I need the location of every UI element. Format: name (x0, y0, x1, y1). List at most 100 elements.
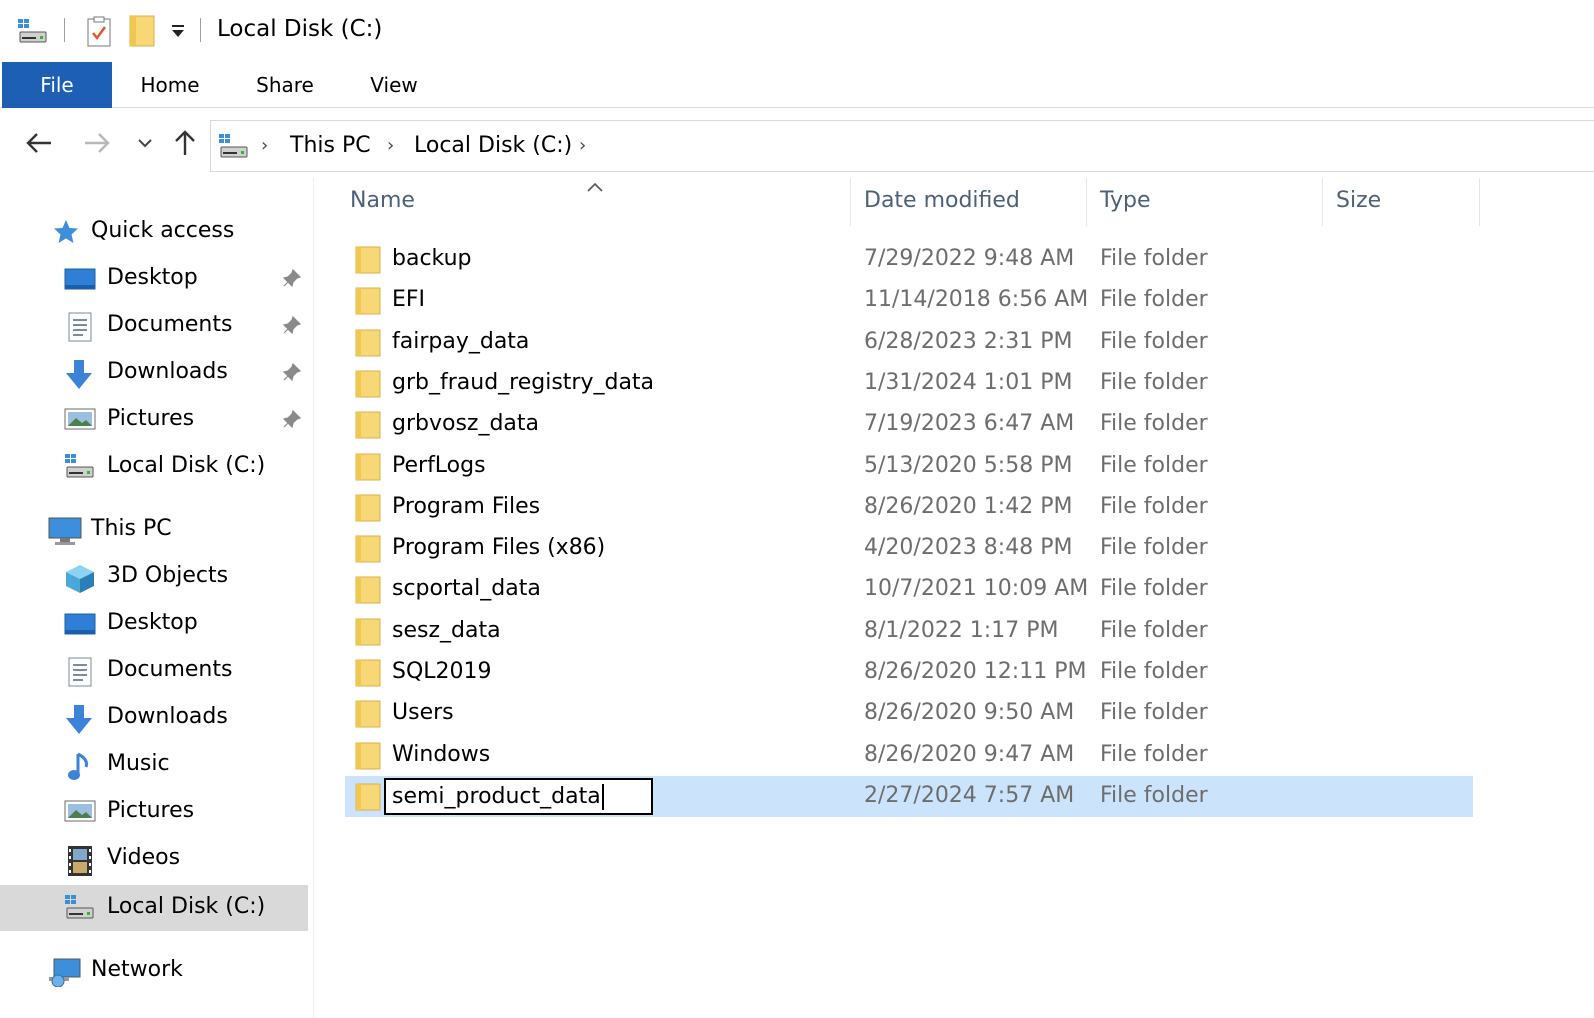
folder-icon (355, 453, 381, 481)
column-header-type[interactable]: Type (1100, 188, 1151, 213)
file-type: File folder (1100, 287, 1208, 313)
sidebar-item-documents-pc[interactable]: Documents (0, 648, 308, 694)
pin-icon[interactable] (282, 315, 302, 335)
sidebar-item-music[interactable]: Music (0, 742, 308, 788)
breadcrumb-local-disk[interactable]: Local Disk (C:) (414, 133, 572, 158)
forward-arrow-icon (85, 133, 110, 153)
table-row[interactable]: backup 7/29/2022 9:48 AM File folder (345, 239, 1473, 280)
file-name: PerfLogs (392, 452, 486, 478)
table-row[interactable]: Windows 8/26/2020 9:47 AM File folder (345, 735, 1473, 776)
chevron-right-icon[interactable]: › (261, 135, 268, 156)
recent-locations-button[interactable] (128, 126, 162, 160)
folder-icon (355, 576, 381, 604)
table-row[interactable]: Users 8/26/2020 9:50 AM File folder (345, 693, 1473, 734)
computer-icon (48, 516, 82, 545)
file-type: File folder (1100, 700, 1208, 726)
sidebar-item-downloads[interactable]: Downloads (0, 350, 308, 396)
documents-icon (66, 312, 96, 342)
sidebar-item-quick-access[interactable]: Quick access (0, 209, 308, 255)
desktop-icon (64, 265, 96, 293)
tab-view[interactable]: View (356, 62, 432, 108)
pin-icon[interactable] (282, 268, 302, 288)
file-name: EFI (392, 287, 426, 313)
sidebar-item-pictures[interactable]: Pictures (0, 397, 308, 443)
file-type: File folder (1100, 411, 1208, 437)
file-date-modified: 8/26/2020 12:11 PM (864, 659, 1087, 684)
tab-share[interactable]: Share (244, 62, 326, 108)
column-divider[interactable] (1479, 178, 1480, 226)
chevron-right-icon[interactable]: › (579, 135, 586, 156)
table-row[interactable]: PerfLogs 5/13/2020 5:58 PM File folder (345, 446, 1473, 487)
column-divider[interactable] (850, 178, 851, 226)
rename-input[interactable]: semi_product_data (384, 777, 653, 815)
properties-icon[interactable] (86, 16, 112, 52)
chevron-down-icon (138, 139, 152, 148)
sidebar-label: Pictures (107, 406, 195, 431)
file-date-modified: 11/14/2018 6:56 AM (864, 287, 1089, 313)
sidebar-item-local-disk-pc[interactable]: Local Disk (C:) (0, 885, 308, 931)
file-type: File folder (1100, 617, 1208, 643)
column-header-date[interactable]: Date modified (864, 188, 1020, 213)
folder-icon (355, 246, 381, 274)
up-button[interactable] (168, 126, 202, 160)
sidebar-label: This PC (91, 516, 172, 541)
file-date-modified: 7/19/2023 6:47 AM (864, 411, 1075, 437)
tab-home[interactable]: Home (126, 62, 214, 108)
file-date-modified: 4/20/2023 8:48 PM (864, 535, 1073, 561)
folder-icon (355, 742, 381, 770)
column-divider[interactable] (1086, 178, 1087, 226)
table-row[interactable]: SQL2019 8/26/2020 12:11 PM File folder (345, 652, 1473, 693)
sidebar-label: Local Disk (C:) (107, 894, 266, 919)
table-row[interactable]: fairpay_data 6/28/2023 2:31 PM File folder (345, 322, 1473, 363)
file-date-modified: 8/1/2022 1:17 PM (864, 617, 1059, 643)
sidebar-label: Pictures (107, 798, 195, 823)
file-type: File folder (1100, 328, 1208, 354)
table-row[interactable]: grb_fraud_registry_data 1/31/2024 1:01 PM… (345, 363, 1473, 404)
file-name: Windows (392, 741, 491, 767)
table-row[interactable]: Program Files (x86) 4/20/2023 8:48 PM File… (345, 528, 1473, 569)
new-folder-icon[interactable] (128, 14, 156, 52)
sidebar-item-documents[interactable]: Documents (0, 303, 308, 349)
sidebar-item-desktop-pc[interactable]: Desktop (0, 601, 308, 647)
chevron-right-icon[interactable]: › (387, 135, 394, 156)
customize-toolbar-icon[interactable] (170, 22, 186, 44)
folder-icon (355, 411, 381, 439)
column-header-name[interactable]: Name (350, 188, 415, 213)
pin-icon[interactable] (282, 362, 302, 382)
sidebar-item-local-disk-quick[interactable]: Local Disk (C:) (0, 444, 308, 490)
sidebar-item-3d-objects[interactable]: 3D Objects (0, 554, 308, 600)
file-name: grb_fraud_registry_data (392, 369, 655, 395)
file-name: Program Files (392, 493, 541, 519)
breadcrumb-this-pc[interactable]: This PC (290, 133, 371, 158)
table-row[interactable]: grbvosz_data 7/19/2023 6:47 AM File folder (345, 404, 1473, 445)
back-button[interactable] (22, 126, 56, 160)
column-divider[interactable] (1322, 178, 1323, 226)
sidebar-item-this-pc[interactable]: This PC (0, 507, 308, 553)
tab-file[interactable]: File (2, 62, 112, 108)
ribbon-tabs: File Home Share View (0, 62, 1594, 108)
sidebar-item-network[interactable]: Network (0, 948, 308, 994)
folder-icon (355, 783, 381, 811)
column-header-size[interactable]: Size (1336, 188, 1381, 213)
sidebar-item-videos[interactable]: Videos (0, 836, 308, 882)
table-row[interactable]: sesz_data 8/1/2022 1:17 PM File folder (345, 611, 1473, 652)
sidebar-item-desktop[interactable]: Desktop (0, 256, 308, 302)
table-row[interactable]: semi_product_data 2/27/2024 7:57 AM File f… (345, 775, 1473, 817)
sidebar-item-downloads-pc[interactable]: Downloads (0, 695, 308, 741)
file-date-modified: 10/7/2021 10:09 AM (864, 576, 1089, 602)
forward-button[interactable] (80, 126, 114, 160)
file-type: File folder (1100, 452, 1208, 478)
pin-icon[interactable] (282, 409, 302, 429)
window-title: Local Disk (C:) (217, 16, 383, 42)
table-row[interactable]: Program Files 8/26/2020 1:42 PM File folde… (345, 487, 1473, 528)
pictures-icon (64, 406, 96, 434)
address-bar[interactable]: › This PC › Local Disk (C:) › (210, 120, 1594, 172)
table-row[interactable]: EFI 11/14/2018 6:56 AM File folder (345, 280, 1473, 321)
table-row[interactable]: scportal_data 10/7/2021 10:09 AM File fold… (345, 569, 1473, 610)
file-type: File folder (1100, 369, 1208, 395)
drive-icon[interactable] (16, 18, 48, 48)
sidebar-item-pictures-pc[interactable]: Pictures (0, 789, 308, 835)
file-name: SQL2019 (392, 659, 492, 684)
drive-icon (217, 133, 249, 163)
star-icon (52, 218, 82, 246)
